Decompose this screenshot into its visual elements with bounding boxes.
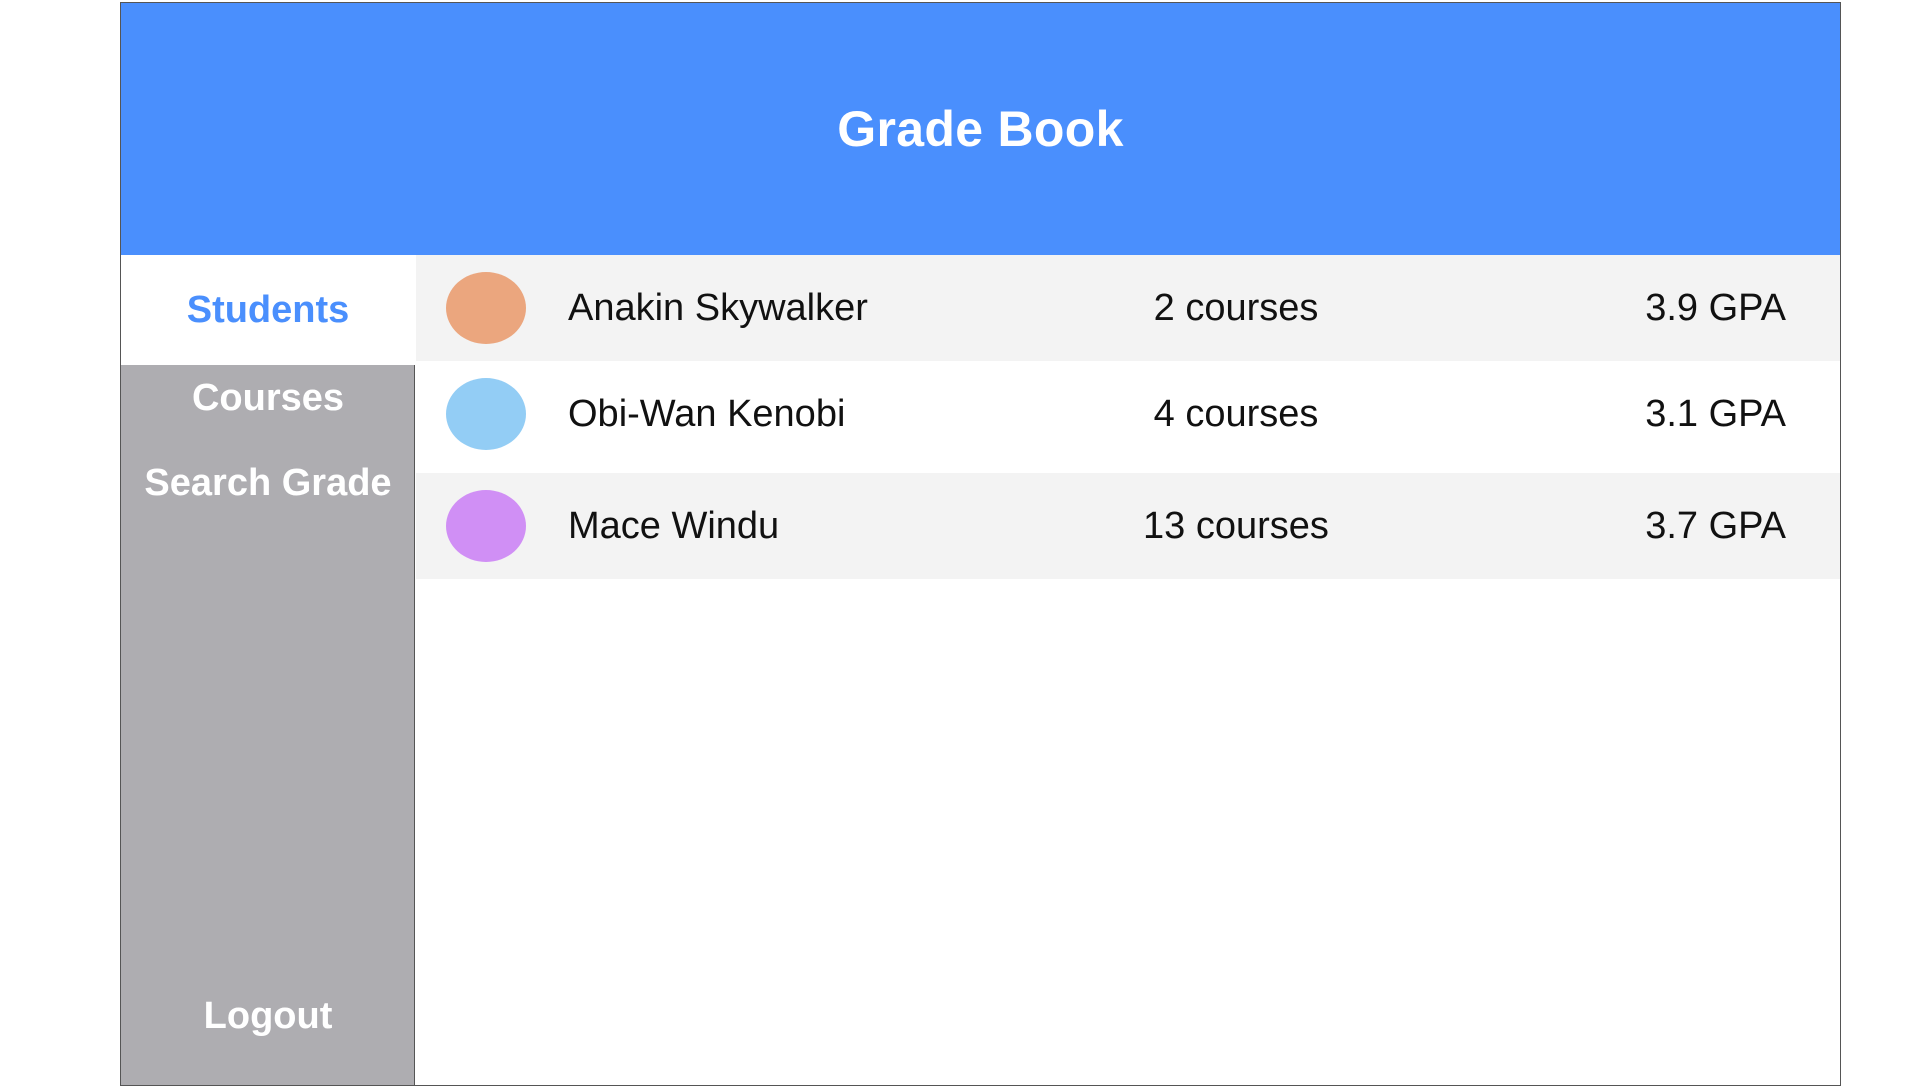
logout-button[interactable]: Logout [121, 991, 415, 1041]
sidebar-item-students[interactable]: Students [121, 255, 415, 365]
header-bar: Grade Book [121, 3, 1840, 255]
sidebar: Students Courses Search Grade Logout [121, 255, 415, 1085]
student-gpa: 3.1 GPA [1645, 393, 1786, 435]
avatar [446, 490, 526, 562]
student-name: Mace Windu [568, 505, 780, 547]
list-item[interactable]: Anakin Skywalker 2 courses 3.9 GPA [416, 255, 1840, 361]
student-course-count: 4 courses [1153, 393, 1319, 435]
app-title: Grade Book [837, 101, 1124, 157]
student-course-count: 13 courses [1143, 505, 1329, 547]
app-window: Grade Book Students Courses Search Grade… [120, 2, 1841, 1086]
student-course-count: 2 courses [1153, 287, 1319, 329]
sidebar-item-courses[interactable]: Courses [121, 373, 415, 423]
avatar [446, 378, 526, 450]
list-item[interactable]: Obi-Wan Kenobi 4 courses 3.1 GPA [416, 361, 1840, 467]
student-gpa: 3.9 GPA [1645, 287, 1786, 329]
sidebar-item-search-grade[interactable]: Search Grade [121, 458, 415, 508]
avatar [446, 272, 526, 344]
student-gpa: 3.7 GPA [1645, 505, 1786, 547]
student-list: Anakin Skywalker 2 courses 3.9 GPA Obi-W… [416, 255, 1840, 1085]
student-name: Anakin Skywalker [568, 287, 868, 329]
student-name: Obi-Wan Kenobi [568, 393, 846, 435]
list-item[interactable]: Mace Windu 13 courses 3.7 GPA [416, 473, 1840, 579]
